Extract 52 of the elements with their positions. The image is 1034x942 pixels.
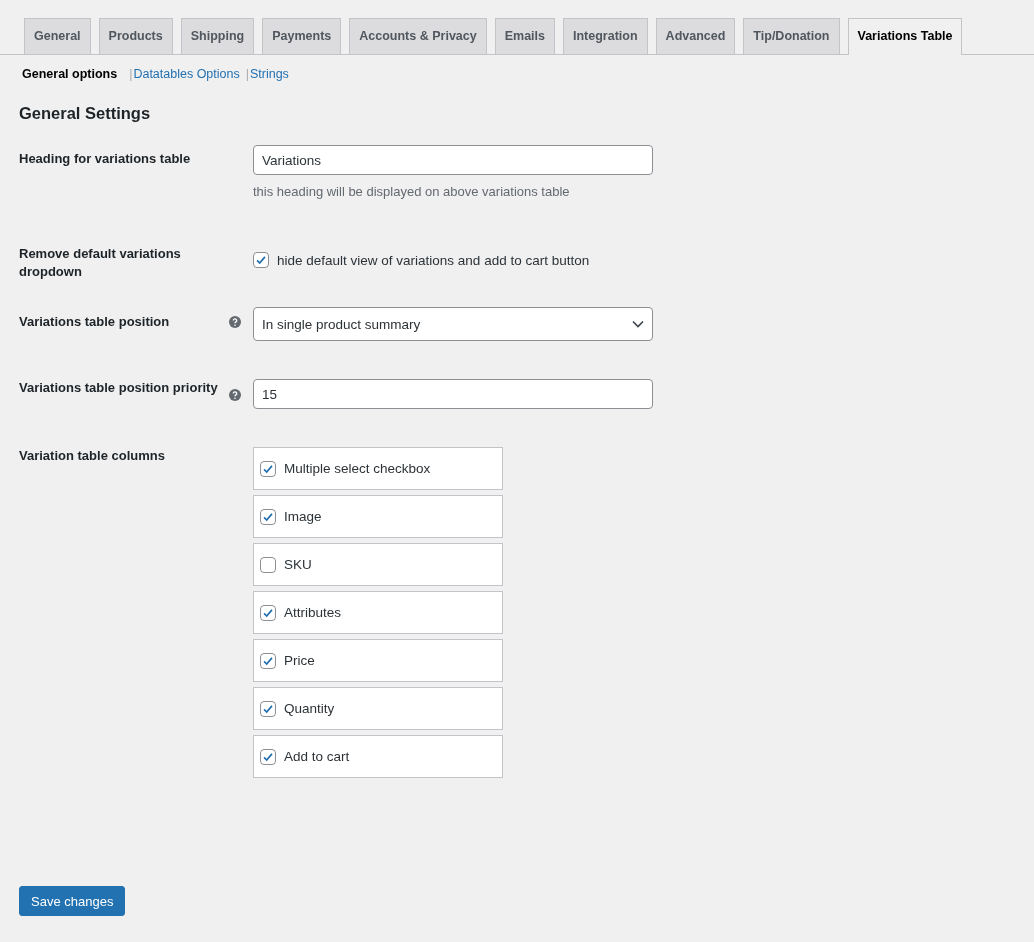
subsection-link[interactable]: Strings [249, 67, 289, 81]
field-label: Heading for variations table [19, 150, 192, 168]
section-title: General Settings [19, 104, 152, 123]
column-option[interactable]: Image [253, 495, 503, 538]
text-input[interactable]: Variations [253, 145, 653, 175]
field-label: Variations table position [19, 313, 171, 331]
settings-tab[interactable]: Variations Table [847, 18, 963, 55]
field-description: this heading will be displayed on above variations table [253, 184, 571, 199]
settings-tab[interactable]: General [24, 18, 91, 54]
checkbox[interactable] [260, 604, 276, 621]
column-option[interactable]: Attributes [253, 591, 503, 634]
separator: | [245, 67, 249, 81]
save-button[interactable]: Save changes [19, 886, 126, 916]
checkbox[interactable] [260, 700, 276, 717]
help-icon[interactable] [229, 389, 241, 401]
text-input[interactable]: 15 [253, 379, 653, 409]
chevron-down-icon [632, 320, 644, 328]
settings-tab[interactable]: Products [98, 18, 173, 54]
subsection-link[interactable]: Datatables Options [133, 67, 240, 81]
settings-tab[interactable]: Integration [563, 18, 648, 54]
help-icon[interactable] [229, 316, 241, 328]
column-option[interactable]: Quantity [253, 687, 503, 730]
field-label: Variations table position priority [19, 379, 219, 397]
checkbox-label: Price [284, 653, 315, 668]
column-option[interactable]: Price [253, 639, 503, 682]
checkbox-label: hide default view of variations and add to cart button [277, 252, 590, 268]
checkbox-label: SKU [284, 557, 312, 572]
checkbox[interactable] [260, 508, 276, 525]
column-option[interactable]: Add to cart [253, 735, 503, 778]
checkbox-label: Multiple select checkbox [284, 461, 431, 476]
settings-tab[interactable]: Payments [262, 18, 342, 54]
dropdown[interactable]: In single product summary [253, 307, 653, 341]
checkbox[interactable] [260, 748, 276, 765]
checkbox[interactable] [260, 460, 276, 477]
checkbox-label: Image [284, 509, 322, 524]
subsection-link[interactable]: General options [22, 67, 118, 81]
checkbox-label: Attributes [284, 605, 342, 620]
column-option[interactable]: Multiple select checkbox [253, 447, 503, 490]
settings-tab[interactable]: Emails [494, 18, 555, 54]
checkbox[interactable] [253, 252, 269, 268]
checkbox[interactable] [260, 652, 276, 669]
separator: | [129, 67, 133, 81]
checkbox-label: Quantity [284, 701, 335, 716]
settings-tab[interactable]: Advanced [655, 18, 736, 54]
field-label: Remove default variations dropdown [19, 245, 182, 281]
field-label: Variation table columns [19, 447, 166, 465]
column-option[interactable]: SKU [253, 543, 503, 586]
checkbox[interactable] [260, 556, 276, 573]
settings-tab[interactable]: Tip/Donation [743, 18, 840, 54]
checkbox-label: Add to cart [284, 749, 350, 764]
settings-tab[interactable]: Accounts & Privacy [349, 18, 487, 54]
settings-tab[interactable]: Shipping [180, 18, 255, 54]
